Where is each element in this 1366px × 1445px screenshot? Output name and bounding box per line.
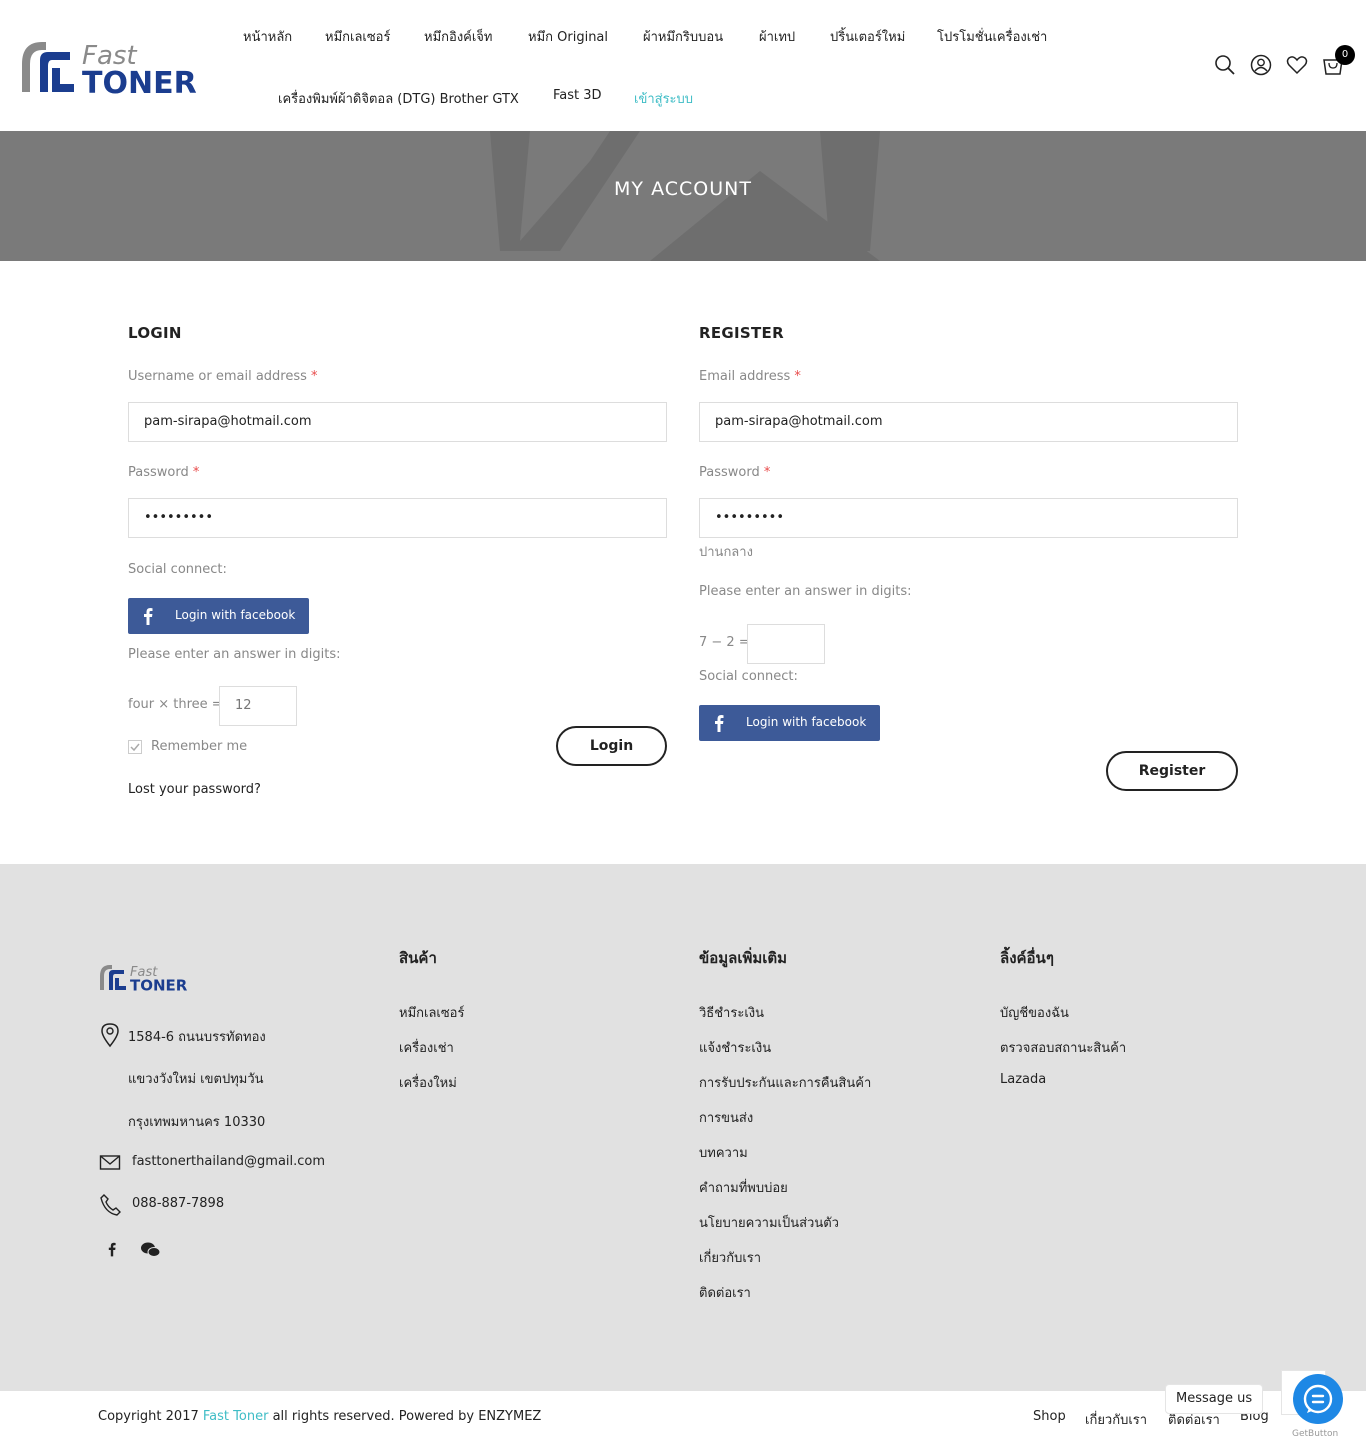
footer-link-order-status[interactable]: ตรวจสอบสถานะสินค้า	[1000, 1037, 1126, 1058]
footer-link-contact[interactable]: ติดต่อเรา	[699, 1282, 751, 1303]
nav-new-printers[interactable]: ปริ้นเตอร์ใหม่	[830, 26, 905, 47]
nav-ribbon[interactable]: ผ้าหมึกริบบอน	[643, 26, 723, 47]
username-label: Username or email address *	[128, 369, 318, 384]
register-title: REGISTER	[699, 324, 784, 342]
phone-icon	[99, 1193, 121, 1216]
nav-inkjet[interactable]: หมึกอิงค์เจ็ท	[424, 26, 493, 47]
getbutton-label[interactable]: GetButton	[1292, 1429, 1338, 1439]
login-title: LOGIN	[128, 324, 182, 342]
nav-dtg-printer[interactable]: เครื่องพิมพ์ผ้าดิจิตอล (DTG) Brother GTX	[278, 88, 519, 109]
captcha-question: four × three =	[128, 697, 223, 712]
footer-link-shipping[interactable]: การขนส่ง	[699, 1107, 753, 1128]
search-icon[interactable]	[1214, 54, 1236, 76]
check-icon	[130, 743, 140, 752]
lost-password-link[interactable]: Lost your password?	[128, 782, 261, 797]
chat-icon	[1303, 1384, 1333, 1414]
footer-link-faq[interactable]: คำถามที่พบบ่อย	[699, 1177, 788, 1198]
footer-other-title: ลิ้งค์อื่นๆ	[1000, 949, 1054, 967]
footer-phone-link[interactable]: 088-887-7898	[132, 1196, 224, 1211]
nav-tape[interactable]: ผ้าเทป	[759, 26, 795, 47]
site-logo[interactable]: Fast TONER	[18, 36, 210, 101]
facebook-login-button[interactable]: Login with facebook	[128, 598, 309, 634]
remember-me-label: Remember me	[151, 739, 248, 754]
footer-link-rental[interactable]: เครื่องเช่า	[399, 1037, 454, 1058]
page-banner: MY ACCOUNT	[0, 131, 1366, 261]
register-captcha-question: 7 − 2 =	[699, 635, 750, 650]
copyright-text: Copyright 2017 Fast Toner all rights res…	[98, 1409, 542, 1424]
captcha-prompt: Please enter an answer in digits:	[128, 647, 341, 662]
footer-link-payment-method[interactable]: วิธีชำระเงิน	[699, 1002, 764, 1023]
chat-button[interactable]	[1293, 1374, 1343, 1424]
wechat-icon[interactable]	[140, 1240, 162, 1262]
nav-home[interactable]: หน้าหลัก	[243, 26, 292, 47]
footer-link-articles[interactable]: บทความ	[699, 1142, 748, 1163]
login-button[interactable]: Login	[556, 726, 667, 766]
register-password-label: Password *	[699, 465, 771, 480]
cart-count-badge: 0	[1335, 45, 1355, 65]
location-pin-icon	[99, 1022, 121, 1048]
footer-link-warranty-returns[interactable]: การรับประกันและการคืนสินค้า	[699, 1072, 871, 1093]
footer-link-privacy[interactable]: นโยบายความเป็นส่วนตัว	[699, 1212, 839, 1233]
footer-logo[interactable]: Fast TONER	[98, 962, 194, 995]
footer-link-payment-notify[interactable]: แจ้งชำระเงิน	[699, 1037, 771, 1058]
facebook-icon	[144, 608, 153, 625]
register-facebook-label: Login with facebook	[746, 715, 867, 729]
facebook-icon[interactable]	[104, 1240, 126, 1262]
nav-login[interactable]: เข้าสู่ระบบ	[634, 88, 693, 109]
register-email-label: Email address *	[699, 369, 801, 384]
password-label: Password *	[128, 465, 200, 480]
username-input[interactable]: pam-sirapa@hotmail.com	[128, 402, 667, 442]
nav-fast-3d[interactable]: Fast 3D	[553, 88, 602, 103]
password-strength-indicator: ปานกลาง	[699, 545, 753, 560]
bottom-link-about[interactable]: เกี่ยวกับเรา	[1085, 1409, 1147, 1430]
nav-original-ink[interactable]: หมึก Original	[528, 26, 608, 47]
footer-info-title: ข้อมูลเพิ่มเติม	[699, 949, 788, 967]
social-connect-label: Social connect:	[128, 562, 227, 577]
facebook-login-label: Login with facebook	[175, 608, 296, 622]
footer-link-laser-toner[interactable]: หมึกเลเซอร์	[399, 1002, 464, 1023]
footer-email-link[interactable]: fasttonerthailand@gmail.com	[132, 1154, 325, 1169]
footer-link-about[interactable]: เกี่ยวกับเรา	[699, 1247, 761, 1268]
svg-text:TONER: TONER	[130, 977, 188, 993]
copyright-brand-link[interactable]: Fast Toner	[203, 1409, 269, 1424]
footer-products-title: สินค้า	[399, 949, 437, 967]
register-facebook-button[interactable]: Login with facebook	[699, 705, 880, 741]
facebook-icon	[715, 715, 724, 732]
register-email-input[interactable]: pam-sirapa@hotmail.com	[699, 402, 1238, 442]
page-title: MY ACCOUNT	[614, 178, 752, 200]
mail-icon	[99, 1152, 121, 1174]
nav-rental-promo[interactable]: โปรโมชั่นเครื่องเช่า	[937, 26, 1047, 47]
address-line-3: กรุงเทพมหานคร 10330	[128, 1115, 266, 1130]
heart-icon[interactable]	[1286, 54, 1308, 76]
register-captcha-prompt: Please enter an answer in digits:	[699, 584, 912, 599]
bottom-link-shop[interactable]: Shop	[1033, 1409, 1066, 1424]
address-line-2: แขวงวังใหม่ เขตปทุมวัน	[128, 1072, 264, 1087]
user-icon[interactable]	[1250, 54, 1272, 76]
svg-text:TONER: TONER	[82, 66, 197, 96]
footer-link-new-machines[interactable]: เครื่องใหม่	[399, 1072, 457, 1093]
remember-me-checkbox[interactable]	[128, 740, 142, 754]
register-button[interactable]: Register	[1106, 751, 1238, 791]
register-captcha-input[interactable]	[747, 624, 825, 664]
password-input[interactable]: •••••••••	[128, 498, 667, 538]
nav-laser-toner[interactable]: หมึกเลเซอร์	[325, 26, 390, 47]
address-line-1: 1584-6 ถนนบรรทัดทอง	[128, 1030, 266, 1045]
captcha-answer-input[interactable]: 12	[219, 686, 297, 726]
footer-link-my-account[interactable]: บัญชีของฉัน	[1000, 1002, 1069, 1023]
register-social-connect-label: Social connect:	[699, 669, 798, 684]
site-header: Fast TONER หน้าหลัก หมึกเลเซอร์ หมึกอิงค…	[0, 0, 1366, 131]
message-us-bubble[interactable]: Message us	[1165, 1384, 1264, 1414]
footer-link-lazada[interactable]: Lazada	[1000, 1072, 1046, 1087]
register-password-input[interactable]: •••••••••	[699, 498, 1238, 538]
